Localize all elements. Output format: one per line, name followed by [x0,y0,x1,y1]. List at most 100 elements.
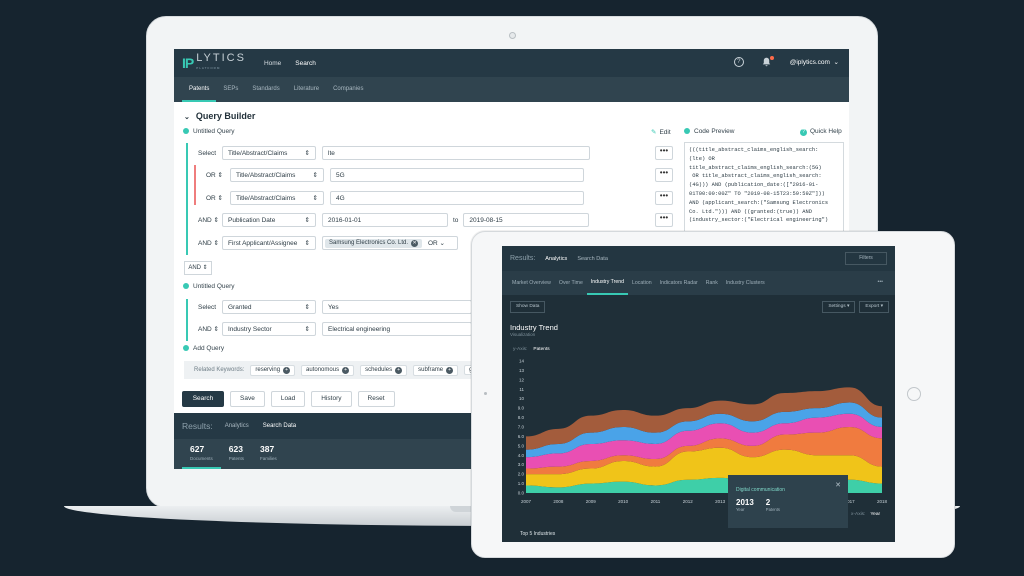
y-tick-label: 8.0 [518,415,525,420]
x-tick-label: 2011 [651,499,661,504]
logo[interactable]: IP LYTICS PLATFORM [182,53,246,73]
tab-indicators-radar[interactable]: Indicators Radar [656,272,702,294]
row-menu-button[interactable]: ••• [655,146,673,160]
search-button[interactable]: Search [182,391,224,407]
help-icon[interactable]: ? [733,57,744,67]
keyword-chip[interactable]: reserving + [250,364,296,376]
tab-analytics[interactable]: Analytics [225,415,249,437]
field-select[interactable]: Industry Sector ⇕ [222,322,316,336]
stat-documents[interactable]: 627 Documents [182,439,221,469]
quick-help-link[interactable]: ? Quick Help [800,128,842,136]
query-row: AND ⇕ Publication Date ⇕ 2016-01-01 to 20… [192,212,590,228]
value-input[interactable]: Yes [322,300,472,314]
keyword-chip[interactable]: subframe + [413,364,459,376]
results-label: Results: [510,255,536,262]
save-button[interactable]: Save [230,391,265,407]
y-tick-label: 5.0 [518,443,525,448]
tab-analytics[interactable]: Analytics [545,256,567,262]
value-input[interactable]: Electrical engineering [322,322,472,336]
filters-button[interactable]: Filters [845,252,887,265]
row-menu-button[interactable]: ••• [655,168,673,182]
user-menu[interactable]: @iplytics.com ⌄ [790,58,839,66]
analytics-tabs: Market Overview Over Time Industry Trend… [502,271,895,295]
chip-operator-select[interactable]: OR ⌄ [428,239,445,247]
field-select[interactable]: Publication Date ⇕ [222,213,316,227]
query-row: OR ⇕ Title/Abstract/Claims ⇕ 5G [200,167,584,183]
field-select[interactable]: First Applicant/Assignee ⇕ [222,236,316,250]
tab-industry-trend[interactable]: Industry Trend [586,271,629,295]
add-query-button[interactable]: Add Query [183,345,224,352]
keyword-chip[interactable]: autonomous + [301,364,355,376]
date-from-input[interactable]: 2016-01-01 [322,213,448,227]
tab-search-data[interactable]: Search Data [577,256,608,262]
tooltip-patents: 2 Patents [765,498,780,513]
field-select[interactable]: Granted ⇕ [222,300,316,314]
stat-families[interactable]: 387 Families [252,439,285,469]
tab-industry-clusters[interactable]: Industry Clusters [722,272,769,294]
code-preview-toggle[interactable]: Code Preview [684,128,734,135]
load-button[interactable]: Load [270,391,306,407]
history-button[interactable]: History [311,391,352,407]
value-input[interactable]: lte [322,146,590,160]
assignee-chip[interactable]: Samsung Electronics Co. Ltd. ✕ [325,238,423,248]
export-button[interactable]: Export ▾ [859,301,889,313]
to-label: to [453,216,459,224]
y-tick-label: 13 [519,368,525,373]
collapse-dot-icon [684,128,690,135]
row-menu-button[interactable]: ••• [655,213,673,227]
tab-location[interactable]: Location [628,272,656,294]
x-tick-label: 2009 [586,499,597,504]
chart-subtitle: Visualization [510,332,536,337]
reset-button[interactable]: Reset [357,391,395,407]
row-operator: Select [198,303,217,311]
tab-rank[interactable]: Rank [702,272,722,294]
sub-nav: Patents SEPs Standards Literature Compan… [174,77,849,102]
value-input[interactable]: 5G [330,168,584,182]
action-buttons: Search Save Load History Reset [182,391,395,407]
tab-over-time[interactable]: Over Time [555,272,587,294]
tab-seps[interactable]: SEPs [216,86,245,102]
add-keyword-icon: + [446,366,454,374]
field-select[interactable]: Title/Abstract/Claims ⇕ [230,168,324,182]
related-keywords-bar: Related Keywords: reserving + autonomous +… [184,361,484,379]
row-menu-button[interactable]: ••• [655,191,673,205]
close-icon[interactable]: ✕ [835,481,841,489]
y-axis-toggle[interactable]: y-Axis: Patents [513,347,550,352]
stat-patents[interactable]: 623 Patents [221,439,252,469]
y-tick-label: 7.0 [518,425,525,430]
query2-title[interactable]: Untitled Query [183,283,235,290]
tab-market-overview[interactable]: Market Overview [508,272,555,294]
row-operator: AND ⇕ [198,240,219,247]
notification-bell-icon[interactable] [762,56,774,67]
tab-literature[interactable]: Literature [287,86,326,102]
query1-title[interactable]: Untitled Query [183,128,235,135]
x-axis-toggle[interactable]: x-Axis: Year [851,512,880,517]
tab-standards[interactable]: Standards [245,86,286,102]
nav-home[interactable]: Home [264,60,281,67]
more-icon[interactable]: ••• [874,271,887,293]
keyword-chip[interactable]: schedules + [360,364,408,376]
top5-industries-label: Top 5 Industries [520,531,556,537]
query-builder-header[interactable]: ⌄ Query Builder [184,111,255,121]
x-tick-label: 2007 [521,499,532,504]
settings-button[interactable]: Settings ▾ [822,301,856,313]
date-to-input[interactable]: 2019-08-15 [463,213,590,227]
show-data-button[interactable]: Show Data [510,301,546,313]
tablet-screen: Results: Analytics Search Data Filters M… [502,246,895,542]
laptop-camera [509,32,516,39]
tab-search-data[interactable]: Search Data [263,415,296,437]
plus-icon [183,345,189,352]
tab-companies[interactable]: Companies [326,86,370,102]
field-select[interactable]: Title/Abstract/Claims ⇕ [230,191,324,205]
remove-chip-icon: ✕ [411,239,419,247]
query-row: Select Title/Abstract/Claims ⇕ lte [192,145,590,161]
help-icon: ? [800,129,807,136]
edit-button[interactable]: ✎ Edit [651,128,671,136]
field-select[interactable]: Title/Abstract/Claims ⇕ [222,146,316,160]
nav-search[interactable]: Search [295,60,316,67]
and-select[interactable]: AND ⇕ [184,261,212,275]
tab-patents[interactable]: Patents [182,86,217,102]
collapse-dot-icon [183,283,189,290]
value-input[interactable]: 4G [330,191,584,205]
tablet-home-button[interactable] [907,387,921,401]
